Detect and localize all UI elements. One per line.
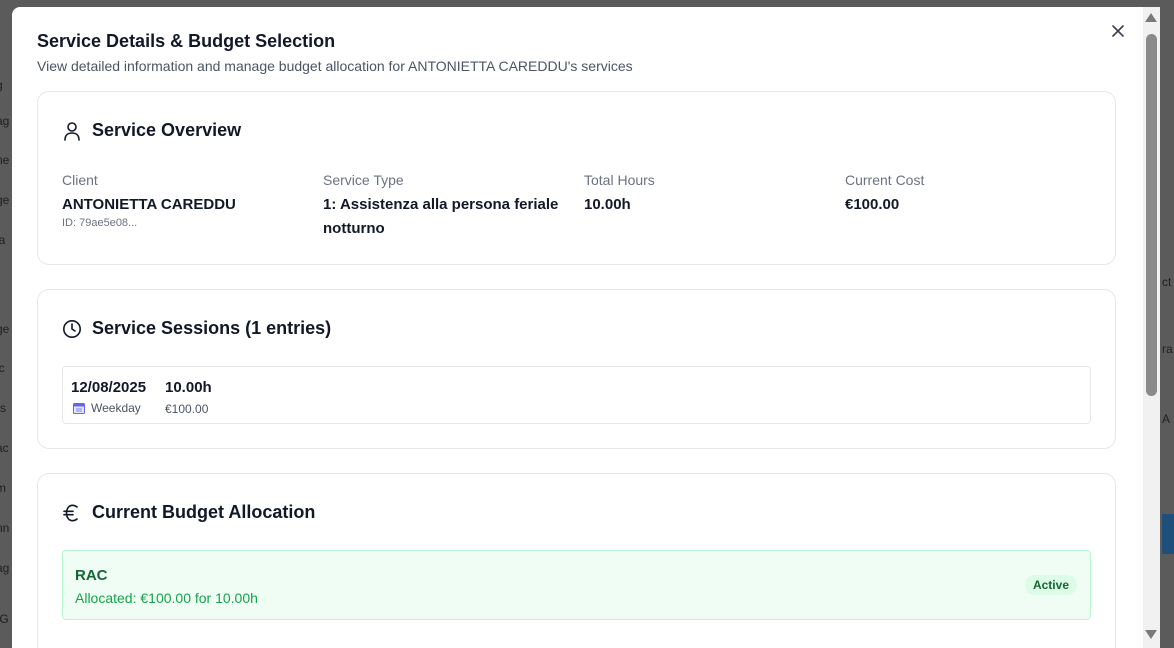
clock-icon [62, 319, 82, 339]
session-hours: 10.00h [165, 379, 212, 396]
service-type-field: Service Type 1: Assistenza alla persona … [323, 172, 573, 241]
close-button[interactable] [1108, 21, 1128, 41]
budget-item[interactable]: RAC Allocated: €100.00 for 10.00h Active [62, 550, 1091, 620]
budget-allocation-text: Allocated: €100.00 for 10.00h [75, 590, 258, 606]
x-icon [1112, 25, 1124, 37]
scroll-up-arrow-icon[interactable] [1145, 13, 1157, 22]
service-overview-card: Service Overview Client ANTONIETTA CARED… [37, 91, 1116, 265]
calendar-icon [73, 403, 85, 414]
background-right-sliver: ct ra A [1160, 0, 1174, 648]
euro-icon [62, 503, 82, 523]
client-value: ANTONIETTA CAREDDU [62, 196, 236, 213]
client-label: Client [62, 172, 98, 188]
session-day-type: Weekday [73, 401, 141, 415]
client-id: ID: 79ae5e08... [62, 217, 138, 229]
modal-subtitle: View detailed information and manage bud… [37, 58, 633, 74]
background-left-sliver: g ag ne ge la ge ic rs ac m nn ag IG [0, 78, 10, 626]
modal-scrollbar[interactable] [1143, 7, 1160, 648]
budget-name: RAC [75, 567, 108, 584]
current-cost-label: Current Cost [845, 172, 925, 188]
total-hours-field: Total Hours 10.00h [584, 172, 834, 217]
budget-allocation-card: Current Budget Allocation RAC Allocated:… [37, 473, 1116, 648]
client-field: Client ANTONIETTA CAREDDU ID: 79ae5e08..… [62, 172, 312, 229]
service-sessions-header: Service Sessions (1 entries) [62, 318, 331, 339]
service-type-value: 1: Assistenza alla persona feriale nottu… [323, 196, 559, 237]
budget-allocation-header: Current Budget Allocation [62, 502, 315, 523]
session-date: 12/08/2025 [71, 379, 147, 396]
user-icon [62, 121, 82, 141]
session-day-label: Weekday [91, 401, 141, 415]
service-type-label: Service Type [323, 172, 404, 188]
total-hours-value: 10.00h [584, 196, 631, 213]
scrollbar-thumb[interactable] [1146, 34, 1157, 396]
service-overview-title: Service Overview [92, 120, 242, 140]
service-details-modal: Service Details & Budget Selection View … [12, 7, 1160, 648]
scroll-down-arrow-icon[interactable] [1145, 630, 1157, 639]
session-row: 12/08/2025 10.00h Weekday €100.00 [62, 366, 1091, 424]
total-hours-label: Total Hours [584, 172, 655, 188]
budget-allocation-title: Current Budget Allocation [92, 502, 316, 522]
current-cost-value: €100.00 [845, 196, 900, 213]
status-badge: Active [1024, 575, 1077, 595]
service-overview-header: Service Overview [62, 120, 241, 141]
current-cost-field: Current Cost €100.00 [845, 172, 1095, 217]
modal-title: Service Details & Budget Selection [37, 31, 336, 51]
session-cost: €100.00 [165, 402, 209, 416]
service-sessions-title: Service Sessions (1 entries) [92, 318, 332, 338]
service-sessions-card: Service Sessions (1 entries) 12/08/2025 … [37, 289, 1116, 449]
